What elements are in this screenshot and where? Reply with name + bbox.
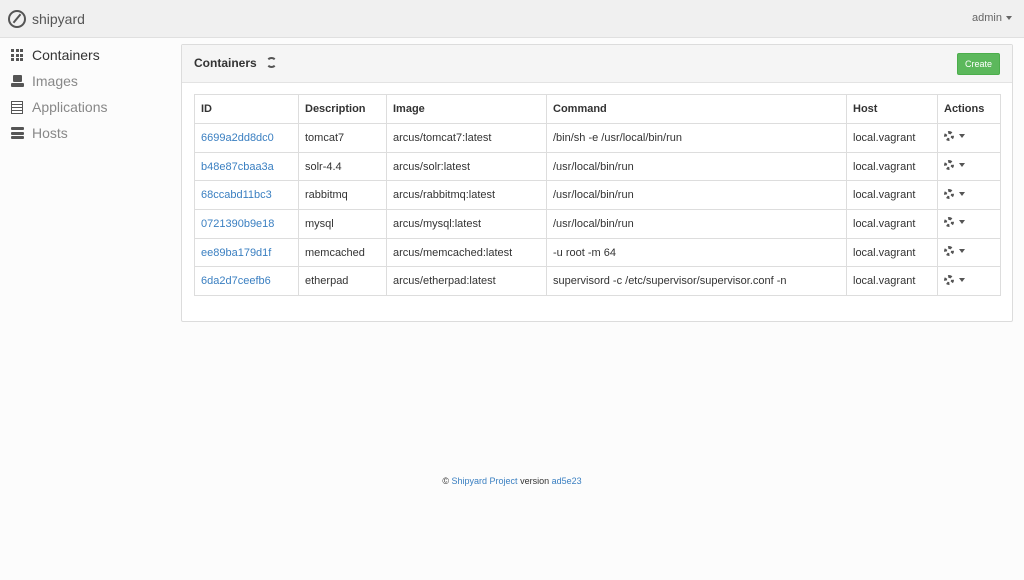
container-command: /usr/local/bin/run — [546, 151, 847, 182]
sidebar-item-images[interactable]: Images — [0, 68, 180, 94]
actions-cell — [937, 209, 1001, 239]
container-description: etherpad — [298, 266, 387, 297]
sidebar-item-containers[interactable]: Containers — [0, 42, 180, 68]
sidebar-item-label: Images — [32, 73, 78, 89]
container-id-link[interactable]: 6da2d7ceefb6 — [194, 266, 299, 297]
actions-cell — [937, 180, 1001, 211]
container-image: arcus/rabbitmq:latest — [386, 180, 547, 211]
container-id-link[interactable]: b48e87cbaa3a — [194, 151, 299, 182]
caret-down-icon — [959, 249, 965, 254]
container-description: solr-4.4 — [298, 151, 387, 182]
actions-cell — [937, 237, 1001, 268]
container-description: mysql — [298, 209, 387, 239]
caret-down-icon — [959, 277, 965, 282]
sidebar-item-applications[interactable]: Applications — [0, 94, 180, 120]
table-row: ee89ba179d1f memcached arcus/memcached:l… — [194, 237, 1001, 268]
panel-header: Containers Create — [182, 45, 1012, 83]
container-command: /usr/local/bin/run — [546, 209, 847, 239]
user-menu-toggle[interactable]: admin — [972, 12, 1012, 24]
container-host: local.vagrant — [846, 123, 938, 153]
brand-link[interactable]: shipyard — [8, 9, 85, 29]
create-button[interactable]: Create — [957, 53, 1000, 75]
container-command: /bin/sh -e /usr/local/bin/run — [546, 123, 847, 153]
gear-icon — [944, 160, 954, 171]
table-row: 6699a2dd8dc0 tomcat7 arcus/tomcat7:lates… — [194, 123, 1001, 153]
table-header-row: ID Description Image Command Host Action… — [194, 94, 1001, 124]
caret-down-icon — [959, 220, 965, 225]
sidebar-item-label: Hosts — [32, 125, 68, 141]
container-host: local.vagrant — [846, 237, 938, 268]
caret-down-icon — [959, 163, 965, 168]
top-navbar: shipyard admin — [0, 0, 1024, 38]
caret-down-icon — [1006, 16, 1012, 20]
container-image: arcus/etherpad:latest — [386, 266, 547, 297]
gear-icon — [944, 188, 954, 199]
container-description: memcached — [298, 237, 387, 268]
container-description: tomcat7 — [298, 123, 387, 153]
actions-dropdown[interactable] — [944, 274, 965, 285]
gear-icon — [944, 246, 954, 257]
list-icon — [10, 100, 24, 114]
sidebar-item-label: Applications — [32, 99, 108, 115]
column-header-host: Host — [846, 94, 938, 124]
container-id-link[interactable]: 6699a2dd8dc0 — [194, 123, 299, 153]
actions-dropdown[interactable] — [944, 217, 965, 228]
copyright-symbol: © — [442, 476, 449, 486]
column-header-image: Image — [386, 94, 547, 124]
container-host: local.vagrant — [846, 180, 938, 211]
footer: © Shipyard Project version ad5e23 — [0, 476, 1024, 486]
actions-dropdown[interactable] — [944, 131, 965, 142]
gear-icon — [944, 131, 954, 142]
containers-panel: Containers Create ID Description Image C… — [181, 44, 1013, 322]
version-link[interactable]: ad5e23 — [552, 476, 582, 486]
container-command: supervisord -c /etc/supervisor/superviso… — [546, 266, 847, 297]
version-label: version — [520, 476, 550, 486]
container-id-link[interactable]: ee89ba179d1f — [194, 237, 299, 268]
sidebar-item-hosts[interactable]: Hosts — [0, 120, 180, 146]
actions-dropdown[interactable] — [944, 188, 965, 199]
panel-title: Containers — [194, 56, 257, 70]
grid-icon — [10, 48, 24, 62]
container-command: /usr/local/bin/run — [546, 180, 847, 211]
container-id-link[interactable]: 68ccabd11bc3 — [194, 180, 299, 211]
container-id-link[interactable]: 0721390b9e18 — [194, 209, 299, 239]
gear-icon — [944, 274, 954, 285]
table-row: 6da2d7ceefb6 etherpad arcus/etherpad:lat… — [194, 266, 1001, 297]
refresh-icon[interactable] — [266, 57, 277, 68]
gear-icon — [944, 217, 954, 228]
container-host: local.vagrant — [846, 209, 938, 239]
column-header-id: ID — [194, 94, 299, 124]
actions-cell — [937, 123, 1001, 153]
brand-name: shipyard — [32, 11, 85, 27]
table-row: b48e87cbaa3a solr-4.4 arcus/solr:latest … — [194, 151, 1001, 182]
container-image: arcus/memcached:latest — [386, 237, 547, 268]
table-row: 68ccabd11bc3 rabbitmq arcus/rabbitmq:lat… — [194, 180, 1001, 211]
server-icon — [10, 126, 24, 140]
caret-down-icon — [959, 134, 965, 139]
column-header-description: Description — [298, 94, 387, 124]
compass-icon — [8, 10, 26, 28]
actions-cell — [937, 266, 1001, 297]
container-image: arcus/solr:latest — [386, 151, 547, 182]
caret-down-icon — [959, 191, 965, 196]
actions-dropdown[interactable] — [944, 246, 965, 257]
column-header-actions: Actions — [937, 94, 1001, 124]
sidebar-item-label: Containers — [32, 47, 100, 63]
container-command: -u root -m 64 — [546, 237, 847, 268]
containers-table: ID Description Image Command Host Action… — [194, 94, 1001, 297]
shipyard-project-link[interactable]: Shipyard Project — [452, 476, 518, 486]
container-image: arcus/tomcat7:latest — [386, 123, 547, 153]
table-row: 0721390b9e18 mysql arcus/mysql:latest /u… — [194, 209, 1001, 239]
container-image: arcus/mysql:latest — [386, 209, 547, 239]
sidebar: Containers Images Applications Hosts — [0, 42, 180, 146]
column-header-command: Command — [546, 94, 847, 124]
user-name: admin — [972, 12, 1002, 24]
actions-cell — [937, 151, 1001, 182]
drive-icon — [10, 74, 24, 88]
container-host: local.vagrant — [846, 151, 938, 182]
container-host: local.vagrant — [846, 266, 938, 297]
actions-dropdown[interactable] — [944, 160, 965, 171]
container-description: rabbitmq — [298, 180, 387, 211]
